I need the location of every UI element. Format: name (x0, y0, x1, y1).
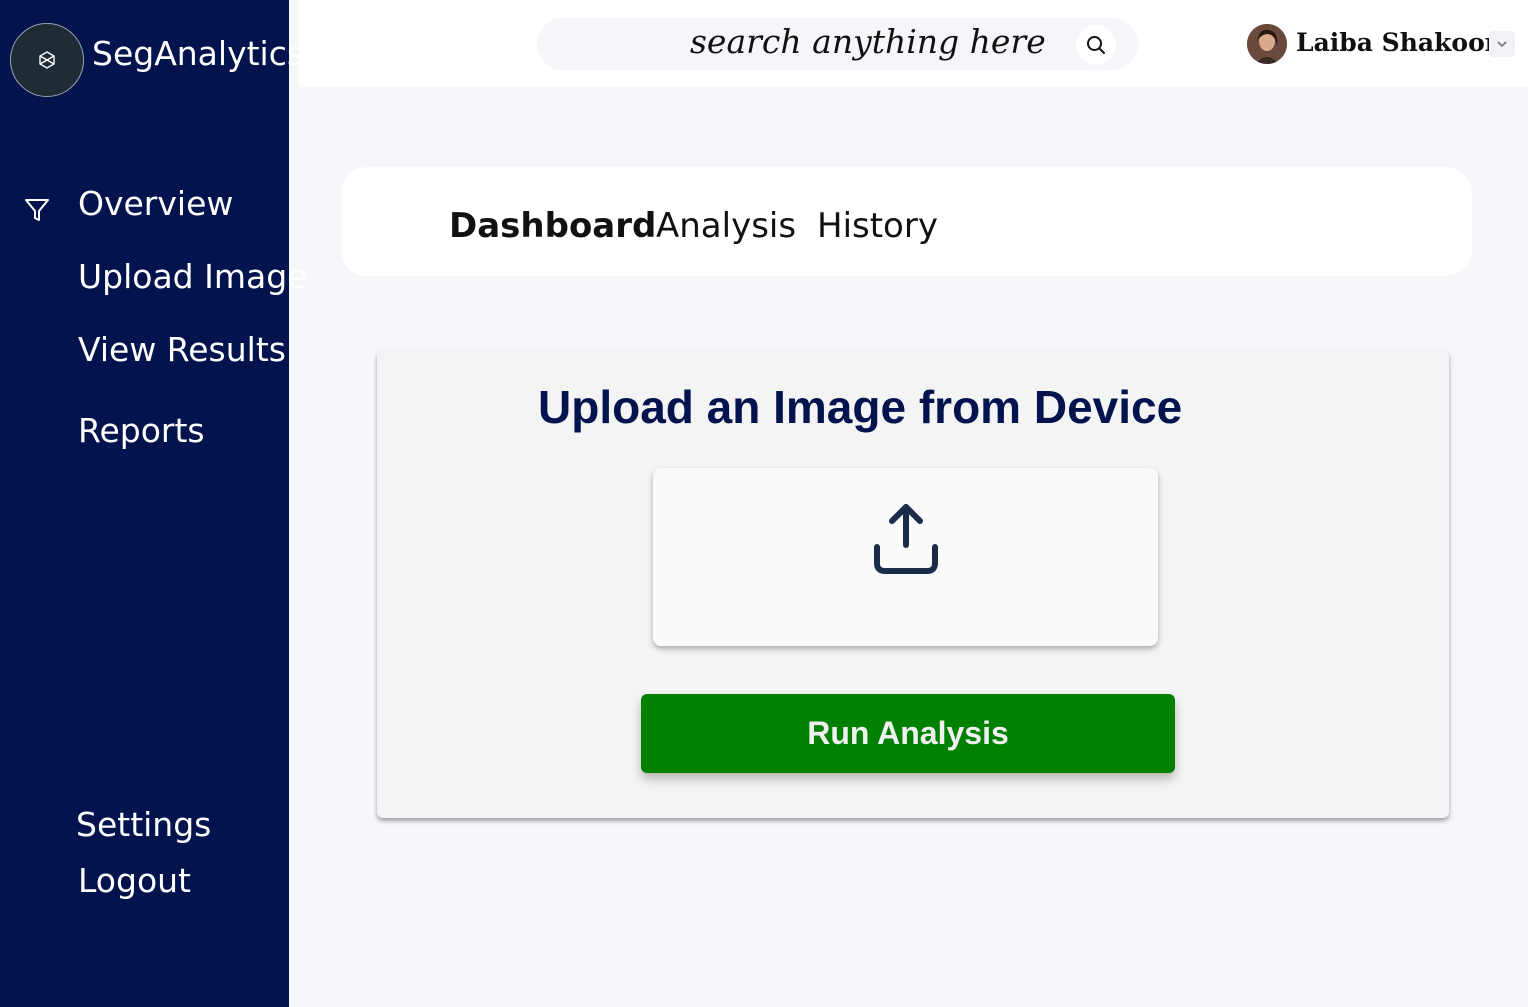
user-dropdown-button[interactable] (1489, 31, 1515, 57)
brand-name: SegAnalytics (92, 34, 305, 73)
tab-history[interactable]: History (817, 206, 938, 246)
run-analysis-button[interactable]: Run Analysis (641, 694, 1175, 773)
upload-dropzone[interactable] (653, 468, 1158, 646)
user-name[interactable]: Laiba Shakoor (1296, 28, 1498, 57)
search-icon (1087, 36, 1105, 54)
sidebar-item-settings[interactable]: Settings (76, 805, 211, 844)
chevron-down-icon (1497, 41, 1507, 48)
tab-analysis[interactable]: Analysis (656, 206, 796, 246)
sidebar-item-view-results[interactable]: View Results (78, 330, 286, 369)
upload-icon (873, 504, 938, 574)
sidebar-item-upload-image[interactable]: Upload Image (78, 257, 307, 296)
sidebar: SegAnalytics Overview Upload Image View … (0, 0, 307, 1007)
sidebar-item-overview[interactable]: Overview (78, 184, 233, 223)
sidebar-item-reports[interactable]: Reports (78, 411, 205, 450)
filter-icon (25, 199, 49, 221)
logo[interactable] (10, 23, 84, 97)
hex-logo-icon (39, 51, 55, 69)
avatar[interactable] (1247, 24, 1287, 64)
upload-title: Upload an Image from Device (538, 381, 1183, 433)
search-button[interactable] (1076, 25, 1116, 65)
user-avatar-icon (1247, 24, 1287, 64)
tab-dashboard[interactable]: Dashboard (449, 206, 656, 246)
search-placeholder[interactable]: search anything here (690, 22, 1046, 61)
sidebar-item-logout[interactable]: Logout (78, 861, 191, 900)
